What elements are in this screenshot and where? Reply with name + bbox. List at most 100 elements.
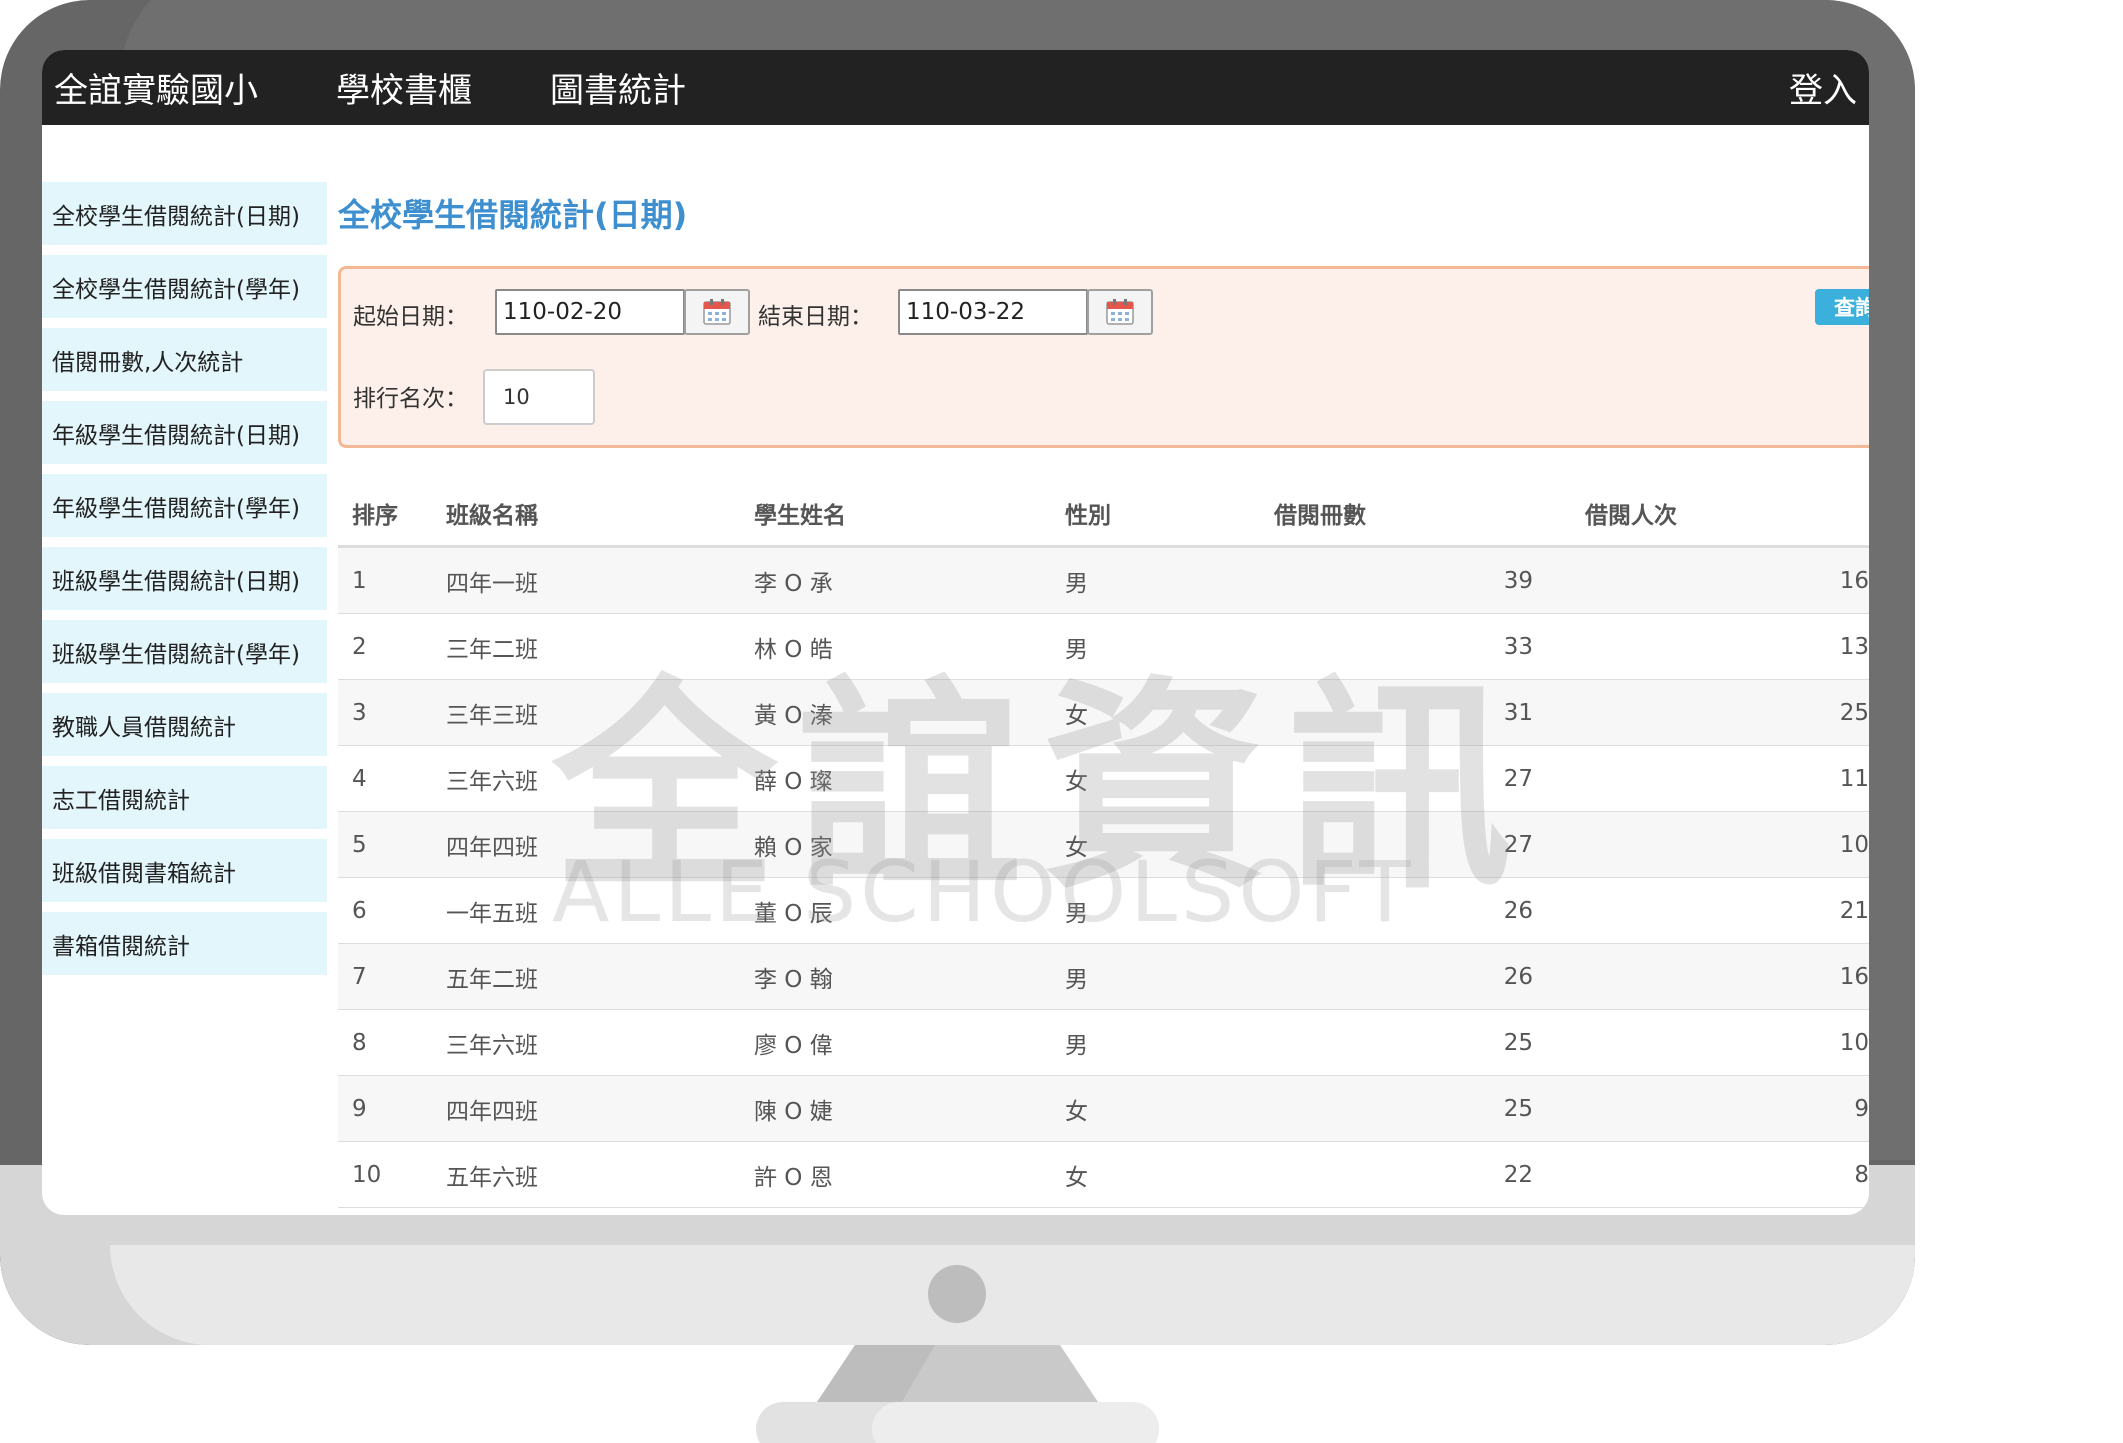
query-panel: 起始日期： 110-02-20 結束日期： 110-03-22 排行名次： 10… — [338, 266, 1869, 448]
sidebar-item-class-bookbox[interactable]: 班級借閱書箱統計 — [42, 839, 327, 902]
cell-class: 四年四班 — [446, 1099, 538, 1125]
sidebar-item-grade-year[interactable]: 年級學生借閱統計(學年) — [42, 474, 327, 537]
cell-gender: 女 — [1065, 1099, 1088, 1125]
cell-visits: 11 — [1839, 766, 1869, 792]
query-button[interactable]: 查詢 — [1815, 289, 1869, 325]
cell-rank: 7 — [352, 964, 367, 990]
cell-gender: 女 — [1065, 769, 1088, 795]
cell-class: 三年二班 — [446, 637, 538, 663]
cell-student: 薛 O 璨 — [754, 769, 833, 795]
cell-books: 33 — [1503, 634, 1533, 660]
cell-visits: 16 — [1839, 964, 1869, 990]
cell-rank: 3 — [352, 700, 367, 726]
header-student[interactable]: 學生姓名 — [754, 478, 846, 548]
cell-student: 廖 O 偉 — [754, 1033, 833, 1059]
cell-visits: 8 — [1854, 1162, 1869, 1188]
monitor-chin-highlight — [110, 1245, 1915, 1345]
end-date-calendar-button[interactable] — [1087, 289, 1153, 335]
cell-visits: 13 — [1839, 634, 1869, 660]
cell-rank: 2 — [352, 634, 367, 660]
sidebar-item-bookbox[interactable]: 書箱借閱統計 — [42, 912, 327, 975]
header-visits[interactable]: 借閱人次 — [1585, 478, 1677, 548]
header-gender[interactable]: 性別 — [1065, 478, 1111, 548]
cell-rank: 5 — [352, 832, 367, 858]
calendar-icon — [1106, 299, 1134, 325]
cell-student: 許 O 恩 — [754, 1165, 833, 1191]
start-date-input[interactable]: 110-02-20 — [495, 289, 685, 335]
nav-brand[interactable]: 全誼實驗國小 — [54, 63, 258, 112]
cell-class: 一年五班 — [446, 901, 538, 927]
table-row: 1 四年一班 李 O 承 男 39 16 — [338, 548, 1869, 614]
sidebar: 全校學生借閱統計(日期) 全校學生借閱統計(學年) 借閱冊數,人次統計 年級學生… — [42, 182, 327, 985]
calendar-icon — [703, 299, 731, 325]
cell-books: 39 — [1503, 568, 1533, 594]
table-row: 10 五年六班 許 O 恩 女 22 8 — [338, 1142, 1869, 1208]
cell-books: 31 — [1503, 700, 1533, 726]
table-row: 5 四年四班 賴 O 家 女 27 10 — [338, 812, 1869, 878]
cell-visits: 10 — [1839, 1030, 1869, 1056]
cell-gender: 女 — [1065, 835, 1088, 861]
rank-label: 排行名次： — [353, 386, 468, 412]
ranking-table: 排序 班級名稱 學生姓名 性別 借閱冊數 借閱人次 1 四年一班李 O 承男 39 1… — [338, 478, 1869, 1208]
cell-class: 四年一班 — [446, 571, 538, 597]
main-content: 全校學生借閱統計(日期) — [338, 182, 1869, 244]
cell-visits: 16 — [1839, 568, 1869, 594]
login-link[interactable]: 登入 — [1789, 63, 1857, 112]
cell-rank: 4 — [352, 766, 367, 792]
sidebar-item-school-year[interactable]: 全校學生借閱統計(學年) — [42, 255, 327, 318]
table-row: 8 三年六班 廖 O 偉 男 25 10 — [338, 1010, 1869, 1076]
sidebar-item-class-year[interactable]: 班級學生借閱統計(學年) — [42, 620, 327, 683]
sidebar-item-staff[interactable]: 教職人員借閱統計 — [42, 693, 327, 756]
cell-student: 李 O 承 — [754, 571, 833, 597]
rank-input[interactable]: 10 — [483, 369, 595, 425]
table-row: 7 五年二班 李 O 翰 男 26 16 — [338, 944, 1869, 1010]
cell-rank: 1 — [352, 568, 367, 594]
nav-link-bookshelf[interactable]: 學校書櫃 — [336, 63, 472, 112]
table-body: 1 四年一班李 O 承男 39 16 2 三年二班林 O 皓男 33 13 3 三年三班黃 O 溱… — [338, 548, 1869, 1208]
monitor-stand-base-highlight — [872, 1402, 1159, 1443]
cell-student: 董 O 辰 — [754, 901, 833, 927]
table-row: 4 三年六班 薛 O 璨 女 27 11 — [338, 746, 1869, 812]
cell-class: 三年六班 — [446, 1033, 538, 1059]
cell-books: 26 — [1503, 898, 1533, 924]
navbar: 全誼實驗國小 學校書櫃 圖書統計 登入 — [42, 50, 1869, 125]
cell-visits: 21 — [1839, 898, 1869, 924]
header-rank[interactable]: 排序 — [352, 478, 398, 548]
cell-rank: 10 — [352, 1162, 382, 1188]
cell-rank: 9 — [352, 1096, 367, 1122]
end-date-input[interactable]: 110-03-22 — [898, 289, 1088, 335]
cell-gender: 女 — [1065, 703, 1088, 729]
cell-rank: 8 — [352, 1030, 367, 1056]
cell-class: 三年三班 — [446, 703, 538, 729]
cell-gender: 女 — [1065, 1165, 1088, 1191]
sidebar-item-volunteer[interactable]: 志工借閱統計 — [42, 766, 327, 829]
sidebar-item-class-date[interactable]: 班級學生借閱統計(日期) — [42, 547, 327, 610]
sidebar-item-grade-date[interactable]: 年級學生借閱統計(日期) — [42, 401, 327, 464]
sidebar-item-school-date[interactable]: 全校學生借閱統計(日期) — [42, 182, 327, 245]
header-class[interactable]: 班級名稱 — [446, 478, 538, 548]
cell-books: 27 — [1503, 832, 1533, 858]
cell-student: 陳 O 婕 — [754, 1099, 833, 1125]
cell-books: 26 — [1503, 964, 1533, 990]
cell-visits: 10 — [1839, 832, 1869, 858]
nav-link-statistics[interactable]: 圖書統計 — [550, 63, 686, 112]
table-row: 9 四年四班 陳 O 婕 女 25 9 — [338, 1076, 1869, 1142]
page-title: 全校學生借閱統計(日期) — [338, 196, 688, 234]
cell-books: 25 — [1503, 1096, 1533, 1122]
cell-books: 25 — [1503, 1030, 1533, 1056]
cell-class: 四年四班 — [446, 835, 538, 861]
cell-student: 李 O 翰 — [754, 967, 833, 993]
cell-student: 賴 O 家 — [754, 835, 833, 861]
cell-books: 22 — [1503, 1162, 1533, 1188]
sidebar-item-volume-count[interactable]: 借閱冊數,人次統計 — [42, 328, 327, 391]
cell-class: 五年六班 — [446, 1165, 538, 1191]
cell-gender: 男 — [1065, 637, 1088, 663]
cell-visits: 9 — [1854, 1096, 1869, 1122]
header-books[interactable]: 借閱冊數 — [1274, 478, 1366, 548]
start-date-calendar-button[interactable] — [684, 289, 750, 335]
cell-gender: 男 — [1065, 1033, 1088, 1059]
cell-student: 林 O 皓 — [754, 637, 833, 663]
cell-gender: 男 — [1065, 571, 1088, 597]
cell-class: 五年二班 — [446, 967, 538, 993]
cell-student: 黃 O 溱 — [754, 703, 833, 729]
